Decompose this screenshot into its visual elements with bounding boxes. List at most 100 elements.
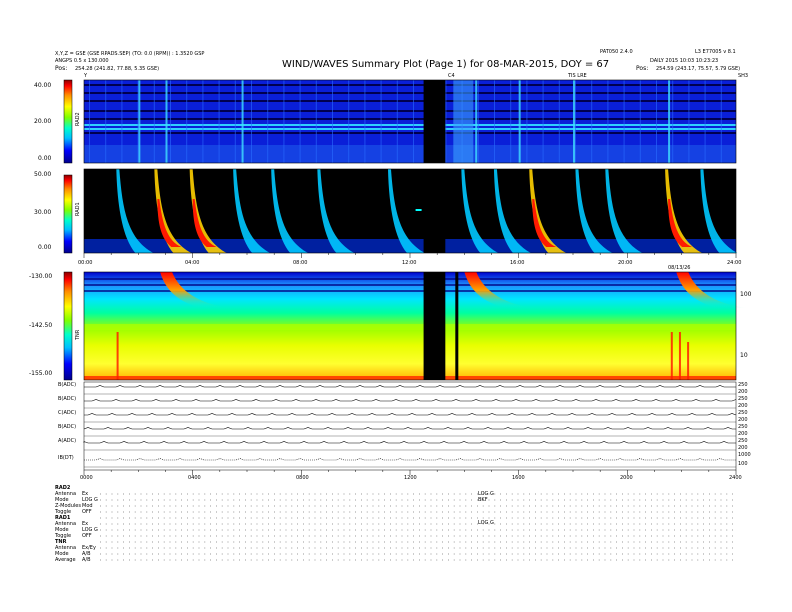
tnr-spike <box>678 332 681 380</box>
footer-mid-mark: BKF <box>478 497 488 503</box>
rad2-tick: 40.00 <box>34 82 52 89</box>
header-build: L3 E77005 v 8.1 <box>695 49 736 55</box>
mid-axis-label: 00:00 <box>78 260 93 266</box>
tnr-spike <box>687 342 690 380</box>
footer-rad1-value: OFF <box>82 533 92 539</box>
footer-tnr-key: Average <box>55 557 76 563</box>
rad2-streak <box>396 80 398 163</box>
rad1-data-gap <box>423 169 446 253</box>
line-right-tick: 250 <box>738 382 748 388</box>
line-plot-frame <box>83 381 737 471</box>
rad2-streak <box>170 80 171 163</box>
line-trace <box>84 413 737 416</box>
rad2-streak <box>591 80 593 163</box>
rad2-streak <box>542 80 544 163</box>
tnr-data-gap <box>423 272 446 380</box>
bottom-axis-label: 1600 <box>512 475 525 481</box>
tnr-tick: -142.50 <box>29 322 53 329</box>
corner-right-label: SH3 <box>738 73 749 79</box>
rad2-band-dark <box>84 110 736 112</box>
mid-axis-label: 24:00 <box>727 260 742 266</box>
footer-rad2-value: OFF <box>82 509 92 515</box>
rad2-streak <box>672 80 674 163</box>
line-trace <box>84 458 736 461</box>
line-trace <box>83 427 736 430</box>
rad2-streak <box>89 80 90 163</box>
line-right-tick: 250 <box>738 396 748 402</box>
rad1-tick: 50.00 <box>34 171 52 178</box>
rad2-streak <box>380 80 382 163</box>
rad2-streak <box>494 80 495 163</box>
rad2-burst <box>475 80 478 163</box>
header-right-line2: DAILY 2015 10:03 10:23:23 <box>650 58 719 64</box>
colorbar <box>63 79 73 164</box>
line-right-tick: 200 <box>738 403 748 409</box>
rad2-streak <box>153 80 155 163</box>
rad2-tick: 0.00 <box>38 155 52 162</box>
bottom-axis-label: 2000 <box>620 475 633 481</box>
tnr-right-tick: 10 <box>740 352 748 359</box>
corner-left-label: Y <box>84 73 88 79</box>
tnr-gap-line <box>455 272 459 380</box>
header-left-line2: ANGPS 0.5 x 130.000 <box>55 58 109 64</box>
line-trace <box>84 385 736 388</box>
tnr-tick: -155.00 <box>29 370 53 377</box>
header-right-pos-label: Pos: <box>636 65 649 72</box>
line-right-tick: 100 <box>738 461 748 467</box>
rad2-band-bright <box>84 124 736 126</box>
rad2-band-dark <box>84 92 736 94</box>
tnr-band-dark <box>84 284 736 286</box>
header-left-pos-value: 254.28 (241.82, 77.88, 5.35 GSE) <box>75 66 160 72</box>
line-label: A(ADC) <box>58 438 77 444</box>
mid-axis-label: 04:00 <box>185 260 200 266</box>
line-label: B(ADC) <box>58 382 77 388</box>
rad2-streak <box>218 80 220 163</box>
rad2-streak <box>202 80 204 163</box>
header-version: PAT050 2.4.0 <box>600 49 633 55</box>
rad2-band-dark <box>84 84 736 86</box>
mid-axis-label: 08:00 <box>293 260 308 266</box>
rad2-data-gap <box>423 80 446 163</box>
rad2-tick: 20.00 <box>34 118 52 125</box>
rad2-gap-edge <box>453 80 474 163</box>
tnr-spike <box>670 332 673 380</box>
tnr-band-mid <box>84 324 736 330</box>
bottom-axis-label: 0400 <box>188 475 201 481</box>
mid-axis-label: 12:00 <box>402 260 417 266</box>
center-marker: C4 <box>448 73 455 79</box>
colorbar <box>63 271 73 381</box>
rad1-tick: 0.00 <box>38 244 52 251</box>
rad2-streak <box>526 80 528 163</box>
rad2-streak <box>656 80 657 163</box>
rad2-streak <box>477 80 479 163</box>
line-trace <box>84 399 737 402</box>
colorbar <box>63 174 73 254</box>
line-trace <box>83 441 736 444</box>
rad2-streak <box>251 80 252 163</box>
rad2-lower-band <box>84 145 736 163</box>
rad2-streak <box>607 80 609 163</box>
rad2-streak <box>558 80 560 163</box>
mid-axis-label: 20:00 <box>618 260 633 266</box>
rad2-streak <box>720 80 722 163</box>
rad2-streak <box>299 80 301 163</box>
rad2-streak <box>348 80 350 163</box>
mid-axis-extra: 08/13/26 <box>668 265 691 271</box>
rad2-streak <box>315 80 317 163</box>
rad1-label: RAD1 <box>75 202 81 216</box>
line-label: B(ADC) <box>58 396 77 402</box>
line-right-tick: 200 <box>738 389 748 395</box>
rad2-streak <box>704 80 706 163</box>
rad2-streak <box>234 80 236 163</box>
rad2-streak <box>267 80 269 163</box>
rad1-tick: 30.00 <box>34 209 52 216</box>
rad2-streak <box>186 80 188 163</box>
summary-plot-canvas <box>63 79 747 561</box>
rad2-spectrogram <box>84 80 736 163</box>
footer-mid-mark: LOG G <box>478 520 494 526</box>
line-right-tick: 200 <box>738 445 748 451</box>
line-label: IB(DT) <box>58 455 74 461</box>
rad2-burst <box>138 80 141 163</box>
header-left-line1: X,Y,Z = GSE (GSE RPADS.SEP) (TO: 0.0 (RP… <box>55 51 205 57</box>
bottom-axis-label: 1200 <box>404 475 417 481</box>
